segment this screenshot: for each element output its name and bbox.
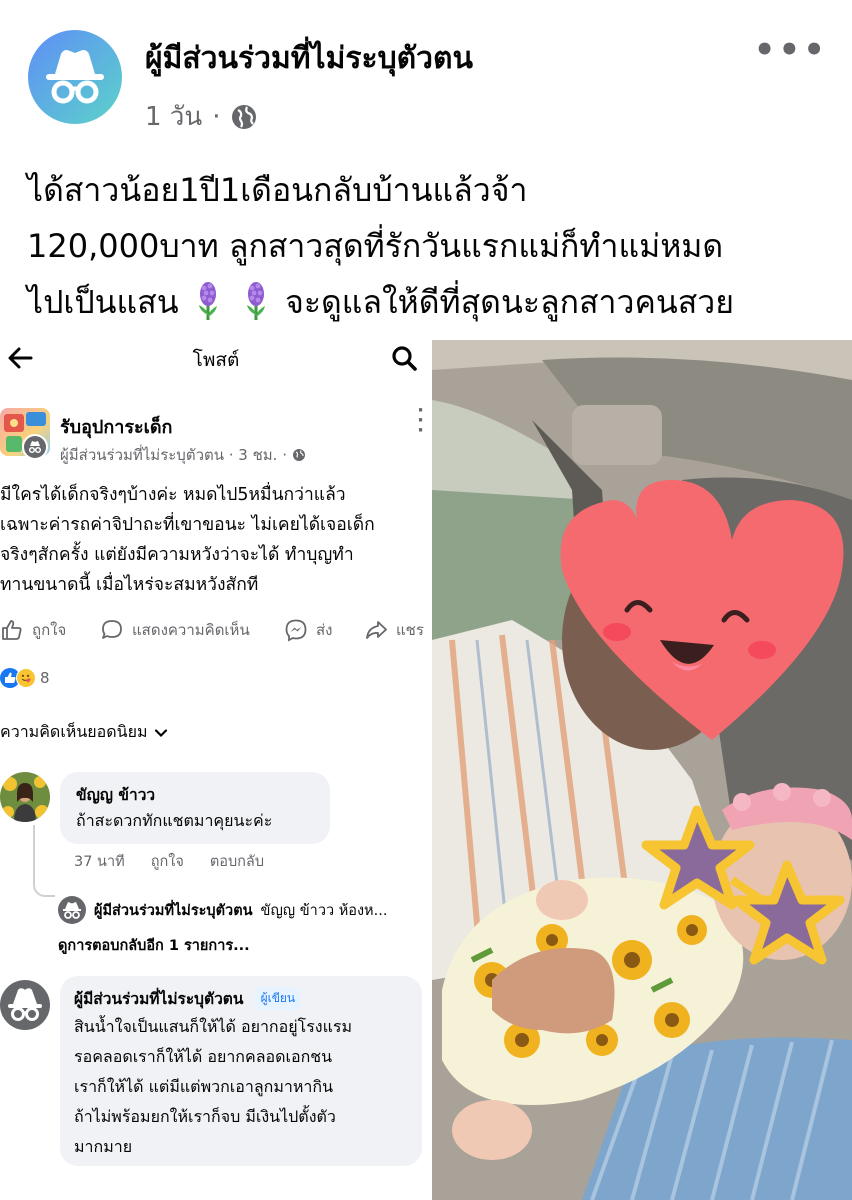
comment-label: แสดงความคิดเห็น: [132, 621, 250, 639]
commenter-avatar[interactable]: [0, 772, 50, 822]
anonymous-avatar-icon: [22, 434, 48, 460]
care-reaction-icon: [16, 668, 36, 688]
comment-icon: [102, 620, 122, 639]
meta-separator: ·: [212, 101, 221, 132]
embed-body-line: มีใครได้เด็กจริงๆบ้างค่ะ หมดไป5หมื่นกว่า…: [0, 485, 346, 505]
comment-text: ถ้าสะดวกทักแชตมาคุยนะค่ะ: [76, 811, 273, 830]
chevron-down-icon: [154, 728, 167, 737]
embedded-screenshot: โพสต์ รับอุปการะเด็ก ผู้มีส่วนร่วมที่ไม่…: [0, 340, 432, 1200]
embed-post-body: มีใครได้เด็กจริงๆบ้างค่ะ หมดไป5หมื่นกว่า…: [0, 480, 430, 600]
post-text-line: 120,000บาท ลูกสาวสุดที่รักวันแรกแม่ก็ทำแ…: [27, 227, 724, 265]
comment-text-line: มากมาย: [74, 1137, 133, 1156]
post-header: ผู้มีส่วนร่วมที่ไม่ระบุตัวตน 1 วัน · •••: [0, 0, 852, 140]
anonymous-avatar-icon[interactable]: [28, 30, 122, 124]
embed-title: โพสต์: [192, 349, 240, 371]
globe-icon: [292, 449, 305, 461]
thumbs-up-icon: [2, 620, 22, 640]
group-name[interactable]: รับอุปการะเด็ก: [60, 412, 172, 441]
comment-text-line: เราก็ให้ได้ แต่มีแต่พวกเอาลูกมาหากิน: [74, 1077, 334, 1096]
group-post-meta: ผู้มีส่วนร่วมที่ไม่ระบุตัวตน · 3 ชม. ·: [60, 443, 306, 467]
more-options-button[interactable]: •••: [754, 30, 828, 70]
comment-header: ผู้มีส่วนร่วมที่ไม่ระบุตัวตน ผู้เขียน: [74, 986, 302, 1011]
comment-meta: 37 นาที ถูกใจ ตอบกลับ: [74, 850, 264, 873]
post-text-line: ได้สาวน้อย1ปี1เดือนกลับบ้านแล้วจ้า: [27, 171, 528, 209]
anonymous-avatar-icon[interactable]: [0, 980, 50, 1030]
post-text: ได้สาวน้อย1ปี1เดือนกลับบ้านแล้วจ้า 120,0…: [27, 162, 837, 330]
more-options-icon[interactable]: · · ·: [417, 402, 424, 440]
post-text-segment: ไปเป็นแสน: [27, 283, 179, 321]
like-button[interactable]: ถูกใจ: [0, 618, 66, 642]
comment-bubble: ผู้มีส่วนร่วมที่ไม่ระบุตัวตน ผู้เขียน สิ…: [60, 976, 422, 1166]
post-author-name[interactable]: ผู้มีส่วนร่วมที่ไม่ระบุตัวตน: [145, 35, 473, 82]
reaction-summary[interactable]: 8: [0, 668, 50, 688]
share-icon: [366, 621, 387, 639]
comment-text-line: ถ้าไม่พร้อมยกให้เราก็จบ มีเงินไปตั้งตัว: [74, 1107, 336, 1126]
search-icon[interactable]: [390, 344, 418, 372]
commenter-name[interactable]: ขัญญ ข้าวว: [76, 782, 155, 807]
embed-body-line: เฉพาะค่ารถค่าจิปาถะที่เขาขอนะ ไม่เคยได้เ…: [0, 515, 375, 535]
hyacinth-emoji-icon: [198, 282, 217, 320]
comment-bubble: ขัญญ ข้าวว ถ้าสะดวกทักแชตมาคุยนะค่ะ: [60, 772, 330, 844]
post-text-line-3: ไปเป็นแสน จะดูแลให้ดีที่สุดนะลูกสาวคนสวย: [27, 274, 837, 330]
reply-thread-line: [33, 825, 55, 897]
comment-text: สินน้ำใจเป็นแสนก็ให้ได้ อยากอยู่โรงแรม ร…: [74, 1012, 352, 1162]
reply-text: ขัญญ ข้าวว ห้องห...: [260, 902, 388, 919]
reply-row[interactable]: ผู้มีส่วนร่วมที่ไม่ระบุตัวตน ขัญญ ข้าวว …: [58, 896, 387, 924]
comment-like-button[interactable]: ถูกใจ: [151, 850, 184, 873]
hyacinth-emoji-icon: [246, 282, 265, 320]
reaction-count: 8: [40, 669, 50, 687]
view-more-replies-link[interactable]: ดูการตอบกลับอีก 1 รายการ...: [58, 934, 250, 957]
anonymous-avatar-icon: [58, 896, 86, 924]
commenter-name[interactable]: ผู้มีส่วนร่วมที่ไม่ระบุตัวตน: [74, 990, 243, 1008]
comment-text-line: รอคลอดเราก็ให้ได้ อยากคลอดเอกชน: [74, 1047, 333, 1066]
share-label: แชร: [396, 621, 424, 639]
comment-button[interactable]: แสดงความคิดเห็น: [100, 618, 250, 642]
globe-icon: [232, 104, 257, 129]
post-time[interactable]: 1 วัน: [145, 96, 202, 137]
action-bar: ถูกใจ แสดงความคิดเห็น ส่ง แชร: [0, 616, 432, 646]
author-badge: ผู้เขียน: [254, 987, 302, 1010]
post-meta: 1 วัน ·: [145, 96, 258, 137]
comment-time: 37 นาที: [74, 854, 125, 870]
comment-text-line: สินน้ำใจเป็นแสนก็ให้ได้ อยากอยู่โรงแรม: [74, 1017, 353, 1036]
comment-sort-label: ความคิดเห็นยอดนิยม: [0, 722, 148, 741]
embed-body-line: ทานขนาดนี้ เมื่อไหร่จะสมหวังสักที: [0, 575, 259, 595]
group-post-author: ผู้มีส่วนร่วมที่ไม่ระบุตัวตน · 3 ชม. ·: [60, 446, 287, 464]
baby-photo[interactable]: [432, 340, 852, 1200]
like-label: ถูกใจ: [32, 621, 67, 639]
send-button[interactable]: ส่ง: [284, 618, 332, 642]
embed-body-line: จริงๆสักครั้ง แต่ยังมีความหวังว่าจะได้ ท…: [0, 545, 354, 565]
photo-illustration: [432, 340, 852, 1200]
reply-author-name[interactable]: ผู้มีส่วนร่วมที่ไม่ระบุตัวตน: [94, 899, 253, 922]
send-label: ส่ง: [316, 621, 333, 639]
comment-sort-dropdown[interactable]: ความคิดเห็นยอดนิยม: [0, 720, 168, 745]
embed-header: โพสต์: [0, 340, 432, 380]
comment-reply-button[interactable]: ตอบกลับ: [210, 850, 264, 873]
share-button[interactable]: แชร: [364, 618, 424, 642]
post-text-segment: จะดูแลให้ดีที่สุดนะลูกสาวคนสวย: [285, 283, 734, 321]
messenger-icon: [285, 619, 307, 642]
